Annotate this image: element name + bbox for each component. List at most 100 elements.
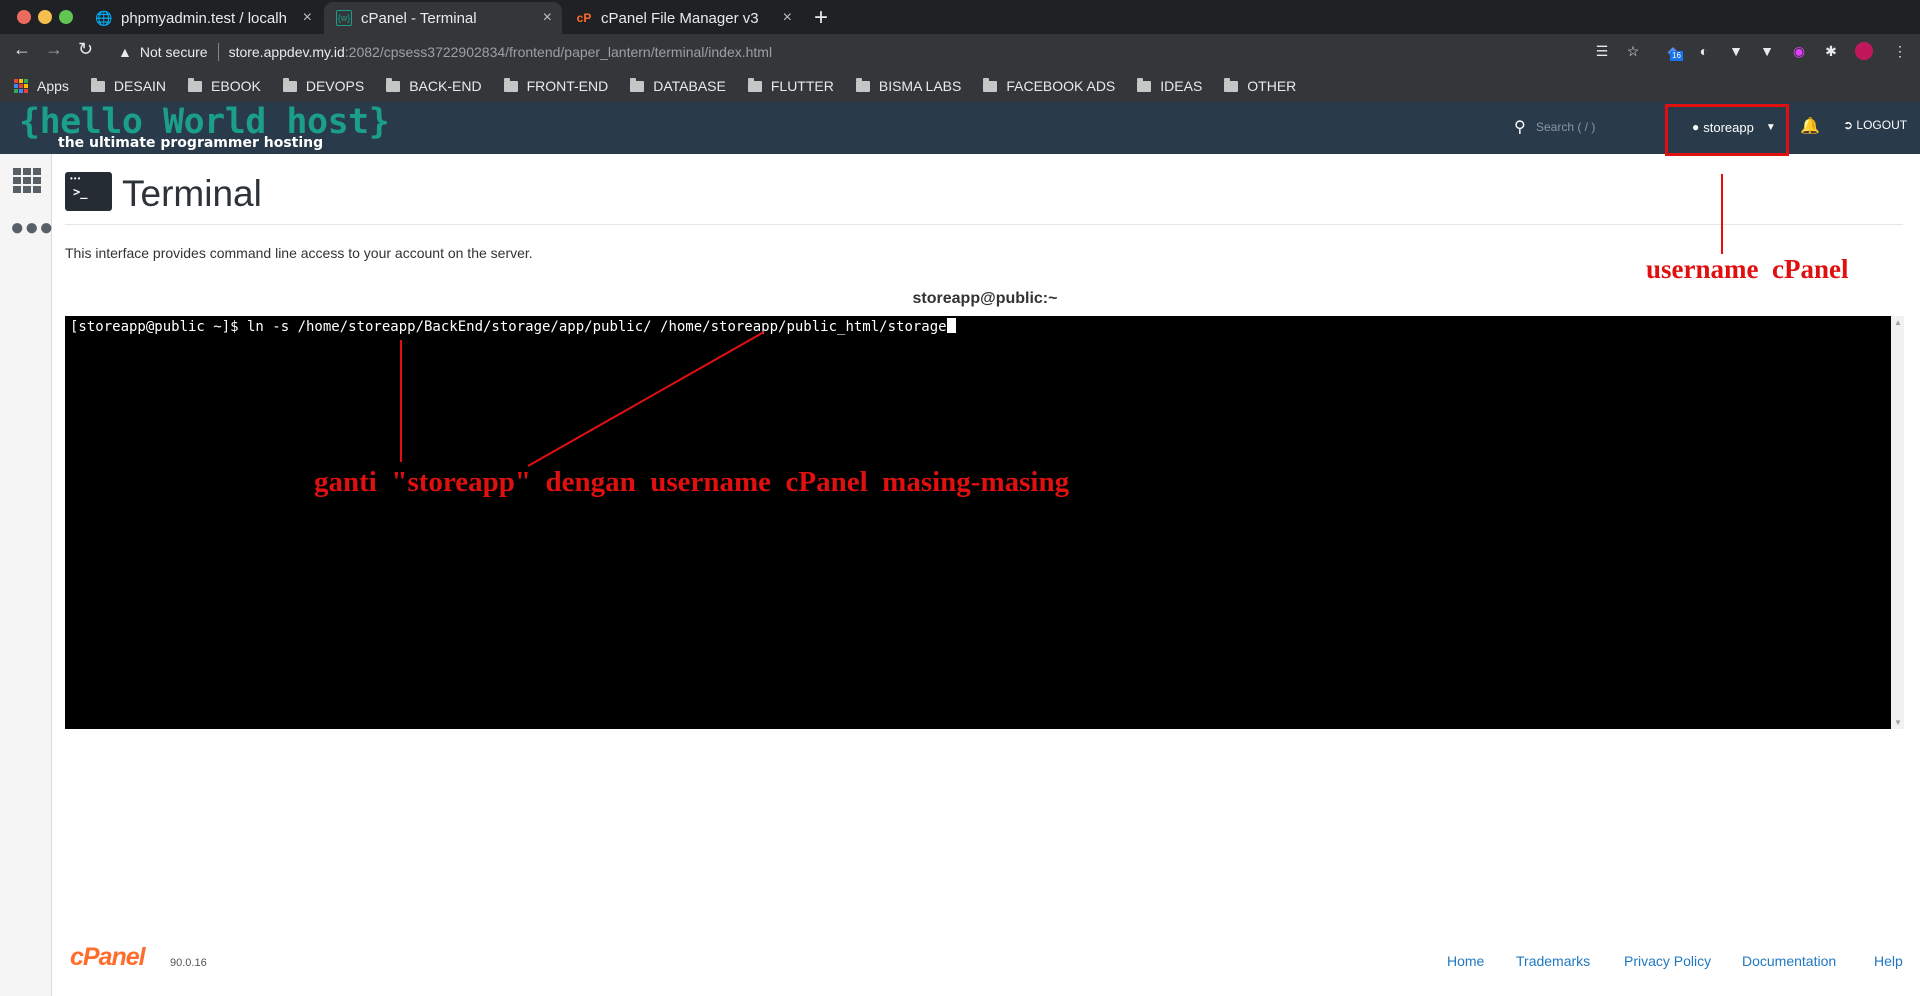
cpanel-orange-icon: cP	[576, 11, 592, 25]
bell-icon[interactable]: 🔔	[1800, 116, 1820, 136]
footer-link-home[interactable]: Home	[1447, 953, 1484, 969]
cpanel-version: 90.0.16	[170, 957, 207, 969]
bookmark-apps[interactable]: Apps	[14, 78, 69, 94]
browser-tab-terminal[interactable]: {w} cPanel - Terminal ×	[324, 2, 562, 34]
bookmark-folder-other[interactable]: OTHER	[1224, 77, 1297, 94]
cpanel-logo[interactable]: cPanel	[70, 943, 146, 972]
bookmark-folder-bisma-labs[interactable]: BISMA LABS	[855, 77, 961, 94]
browser-menu-icon[interactable]: ⋮	[1891, 42, 1909, 60]
footer-link-documentation[interactable]: Documentation	[1742, 953, 1836, 969]
vue-extension-icon[interactable]: ▼	[1727, 42, 1745, 60]
folder-icon	[188, 77, 203, 92]
folder-icon	[386, 77, 401, 92]
warning-triangle-icon: ▲	[118, 44, 132, 60]
tab-title: cPanel - Terminal	[361, 9, 477, 27]
extension-badge-count: 16	[1670, 51, 1683, 61]
cpanel-favicon-icon: {w}	[336, 10, 352, 26]
window-maximize-button[interactable]	[59, 10, 73, 24]
circle-extension-icon[interactable]: ◐	[1695, 42, 1713, 60]
url-host: store.appdev.my.id	[228, 44, 345, 60]
bookmark-folder-facebook-ads[interactable]: FACEBOOK ADS	[983, 77, 1116, 94]
username-annotation: username cPanel	[1646, 254, 1849, 284]
close-tab-icon[interactable]: ×	[543, 9, 552, 27]
bookmark-label: DEVOPS	[305, 78, 365, 94]
folder-icon	[1137, 77, 1152, 92]
extension-badge-icon[interactable]: ◆16	[1664, 42, 1683, 61]
bookmark-folder-desain[interactable]: DESAIN	[90, 77, 166, 94]
browser-tab-strip: 🌐 phpmyadmin.test / localh × {w} cPanel …	[0, 0, 1920, 34]
folder-icon	[983, 77, 998, 92]
browser-tab-phpmyadmin[interactable]: 🌐 phpmyadmin.test / localh ×	[84, 2, 322, 34]
scroll-up-icon[interactable]: ▲	[1894, 318, 1902, 327]
back-arrow-icon[interactable]: ←	[13, 39, 31, 60]
new-tab-button[interactable]: +	[814, 4, 828, 32]
tab-title: cPanel File Manager v3	[601, 9, 759, 27]
folder-icon	[1224, 77, 1239, 92]
search-input[interactable]	[1534, 116, 1654, 138]
folder-icon	[282, 77, 297, 92]
bookmark-label: FRONT-END	[526, 78, 609, 94]
username-annotation-line	[1721, 174, 1723, 254]
bookmark-label: Apps	[37, 78, 69, 94]
profile-avatar-icon[interactable]	[1855, 42, 1873, 60]
bookmark-folder-flutter[interactable]: FLUTTER	[747, 77, 834, 94]
bookmark-folder-back-end[interactable]: BACK-END	[386, 77, 482, 94]
folder-icon	[747, 77, 762, 92]
browser-toolbar: ← → ↻ ▲ Not secure store.appdev.my.id:20…	[0, 34, 1920, 70]
bookmark-label: BACK-END	[409, 78, 482, 94]
bookmark-label: FACEBOOK ADS	[1006, 78, 1116, 94]
translate-icon[interactable]: ☰	[1593, 42, 1611, 60]
bookmark-folder-front-end[interactable]: FRONT-END	[503, 77, 609, 94]
terminal-scrollbar[interactable]: ▲ ▼	[1891, 316, 1904, 729]
title-divider	[65, 224, 1903, 225]
sidebar: ●●●	[0, 154, 54, 996]
browser-tab-file-manager[interactable]: cP cPanel File Manager v3 ×	[564, 2, 802, 34]
page-description: This interface provides command line acc…	[65, 245, 533, 261]
vue-extension-icon-2[interactable]: ▼	[1758, 42, 1776, 60]
scroll-down-icon[interactable]: ▼	[1894, 718, 1902, 727]
security-label: Not secure	[139, 44, 208, 60]
tab-title: phpmyadmin.test / localh	[121, 9, 287, 27]
close-tab-icon[interactable]: ×	[783, 9, 792, 27]
page-title: Terminal	[122, 173, 262, 214]
bookmark-folder-database[interactable]: DATABASE	[630, 77, 726, 94]
footer-link-privacy-policy[interactable]: Privacy Policy	[1624, 953, 1711, 969]
omnibox-divider	[217, 43, 219, 61]
color-extension-icon[interactable]: ◉	[1790, 42, 1808, 60]
bookmark-star-icon[interactable]: ☆	[1624, 42, 1642, 60]
url-path: :2082/cpsess3722902834/frontend/paper_la…	[344, 44, 773, 60]
bookmark-label: OTHER	[1247, 78, 1297, 94]
logout-icon: ➲	[1843, 118, 1854, 132]
terminal-cursor	[946, 318, 956, 333]
logout-label: LOGOUT	[1856, 118, 1908, 132]
bookmark-label: IDEAS	[1160, 78, 1203, 94]
logo-tagline: the ultimate programmer hosting	[58, 135, 324, 151]
users-icon[interactable]: ●●●	[10, 214, 54, 242]
folder-icon	[855, 77, 870, 92]
folder-icon	[90, 77, 105, 92]
terminal-icon-dots: •••	[70, 174, 82, 183]
terminal-icon-prompt: >_	[73, 185, 88, 199]
bookmark-label: FLUTTER	[770, 78, 834, 94]
window-close-button[interactable]	[17, 10, 31, 24]
command-annotation-line-1	[400, 340, 402, 462]
bookmark-folder-devops[interactable]: DEVOPS	[282, 77, 365, 94]
window-minimize-button[interactable]	[38, 10, 52, 24]
terminal-app-icon: ••• >_	[65, 172, 112, 211]
footer-link-help[interactable]: Help	[1874, 953, 1903, 969]
terminal-command: [storeapp@public ~]$ ln -s /home/storeap…	[70, 319, 947, 335]
puzzle-extensions-icon[interactable]: ✱	[1822, 42, 1840, 60]
apps-grid-icon	[14, 79, 28, 93]
reload-icon[interactable]: ↻	[78, 39, 93, 60]
bookmark-folder-ebook[interactable]: EBOOK	[188, 77, 261, 94]
forward-arrow-icon[interactable]: →	[45, 39, 63, 60]
address-bar[interactable]: ▲ Not secure store.appdev.my.id:2082/cps…	[108, 37, 1588, 67]
footer-link-trademarks[interactable]: Trademarks	[1516, 953, 1590, 969]
logout-button[interactable]: ➲ LOGOUT	[1843, 118, 1907, 132]
home-grid-icon[interactable]	[13, 168, 41, 193]
terminal-window[interactable]: [storeapp@public ~]$ ln -s /home/storeap…	[65, 316, 1891, 729]
close-tab-icon[interactable]: ×	[303, 9, 312, 27]
cpanel-header: {hello World host} the ultimate programm…	[0, 102, 1920, 154]
bookmark-folder-ideas[interactable]: IDEAS	[1137, 77, 1203, 94]
search-icon: ⚲	[1514, 119, 1526, 136]
